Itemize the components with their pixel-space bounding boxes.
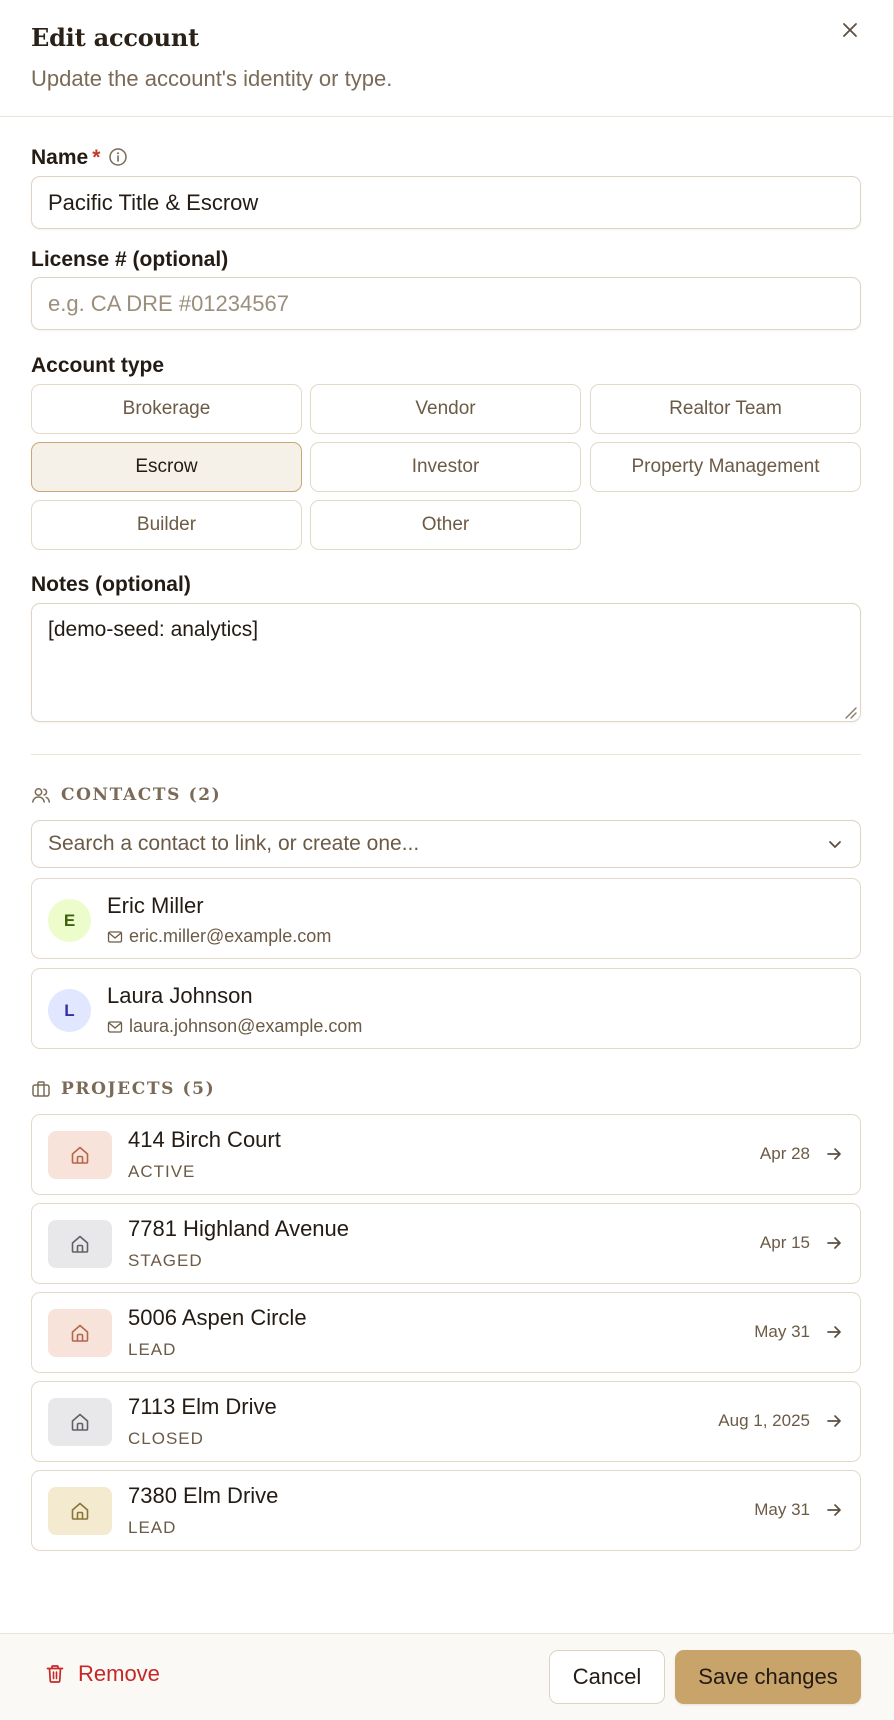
mail-icon bbox=[107, 930, 123, 943]
name-label-text: Name bbox=[31, 146, 89, 169]
account-type-brokerage[interactable]: Brokerage bbox=[31, 384, 302, 434]
contact-name: Laura Johnson bbox=[107, 983, 253, 1008]
contact-name: Eric Miller bbox=[107, 893, 204, 918]
account-type-label: Account type bbox=[31, 354, 165, 377]
project-row[interactable]: 5006 Aspen Circle LEAD May 31 bbox=[31, 1292, 861, 1373]
edit-account-panel: Edit account Update the account's identi… bbox=[0, 0, 894, 1720]
account-type-other[interactable]: Other bbox=[310, 500, 581, 550]
chevron-down-icon bbox=[829, 841, 841, 848]
notes-label: Notes (optional) bbox=[31, 573, 191, 596]
contact-email-text: laura.johnson@example.com bbox=[129, 1016, 363, 1036]
users-icon bbox=[32, 788, 51, 803]
project-name: 7781 Highland Avenue bbox=[128, 1216, 350, 1241]
project-row[interactable]: 7113 Elm Drive CLOSED Aug 1, 2025 bbox=[31, 1381, 861, 1462]
contact-search-placeholder: Search a contact to link, or create one.… bbox=[48, 832, 420, 855]
project-date: Apr 28 bbox=[759, 1144, 810, 1163]
remove-button[interactable]: Remove bbox=[44, 1661, 160, 1687]
account-type-realtor-team[interactable]: Realtor Team bbox=[590, 384, 861, 434]
project-status: CLOSED bbox=[128, 1429, 204, 1448]
panel-subtitle: Update the account's identity or type. bbox=[31, 66, 393, 91]
close-icon bbox=[843, 23, 857, 37]
license-label: License # (optional) bbox=[31, 248, 229, 271]
contacts-section-header: CONTACTS (2) bbox=[31, 783, 221, 807]
notes-textarea[interactable]: [demo-seed: analytics] bbox=[31, 603, 861, 722]
project-name: 7113 Elm Drive bbox=[128, 1394, 277, 1419]
remove-label: Remove bbox=[78, 1661, 160, 1686]
contact-email: laura.johnson@example.com bbox=[107, 1016, 362, 1037]
contact-email: eric.miller@example.com bbox=[107, 926, 331, 947]
contacts-heading: CONTACTS (2) bbox=[61, 785, 222, 805]
project-name: 7380 Elm Drive bbox=[128, 1483, 279, 1508]
project-date: May 31 bbox=[754, 1500, 810, 1519]
project-name: 5006 Aspen Circle bbox=[128, 1305, 307, 1330]
account-type-escrow[interactable]: Escrow bbox=[31, 442, 302, 492]
required-marker: * bbox=[92, 146, 101, 169]
project-date: May 31 bbox=[754, 1322, 810, 1341]
house-icon bbox=[48, 1220, 112, 1268]
cancel-button[interactable]: Cancel bbox=[549, 1650, 665, 1704]
house-icon bbox=[48, 1309, 112, 1357]
avatar: L bbox=[48, 989, 91, 1032]
contact-email-text: eric.miller@example.com bbox=[129, 926, 332, 946]
info-icon[interactable] bbox=[108, 147, 128, 167]
contact-search-combobox[interactable]: Search a contact to link, or create one.… bbox=[31, 820, 861, 868]
contact-card[interactable]: E Eric Miller eric.miller@example.com bbox=[31, 878, 861, 959]
save-changes-button[interactable]: Save changes bbox=[675, 1650, 861, 1704]
project-row[interactable]: 7380 Elm Drive LEAD May 31 bbox=[31, 1470, 861, 1551]
avatar: E bbox=[48, 899, 91, 942]
project-status: STAGED bbox=[128, 1251, 203, 1270]
name-input[interactable] bbox=[31, 176, 861, 229]
panel-header: Edit account Update the account's identi… bbox=[0, 0, 894, 117]
project-row[interactable]: 7781 Highland Avenue STAGED Apr 15 bbox=[31, 1203, 861, 1284]
account-type-vendor[interactable]: Vendor bbox=[310, 384, 581, 434]
project-date: Aug 1, 2025 bbox=[718, 1411, 810, 1430]
project-status: LEAD bbox=[128, 1340, 177, 1359]
account-type-builder[interactable]: Builder bbox=[31, 500, 302, 550]
arrow-right-icon bbox=[827, 1415, 841, 1427]
section-divider bbox=[31, 754, 861, 755]
account-type-property-management[interactable]: Property Management bbox=[590, 442, 861, 492]
close-button[interactable] bbox=[838, 18, 862, 42]
mail-icon bbox=[107, 1020, 123, 1033]
project-row[interactable]: 414 Birch Court ACTIVE Apr 28 bbox=[31, 1114, 861, 1195]
license-input[interactable] bbox=[31, 277, 861, 330]
projects-section-header: PROJECTS (5) bbox=[31, 1077, 215, 1101]
projects-heading: PROJECTS (5) bbox=[61, 1079, 216, 1099]
project-name: 414 Birch Court bbox=[128, 1127, 281, 1152]
arrow-right-icon bbox=[827, 1148, 841, 1160]
project-status: LEAD bbox=[128, 1518, 177, 1537]
arrow-right-icon bbox=[827, 1504, 841, 1516]
panel-footer: Remove Cancel Save changes bbox=[0, 1633, 894, 1720]
panel-title: Edit account bbox=[31, 23, 200, 52]
account-type-investor[interactable]: Investor bbox=[310, 442, 581, 492]
project-status: ACTIVE bbox=[128, 1162, 196, 1181]
briefcase-icon bbox=[32, 1081, 50, 1097]
trash-icon bbox=[46, 1665, 64, 1683]
arrow-right-icon bbox=[827, 1326, 841, 1338]
project-date: Apr 15 bbox=[759, 1233, 810, 1252]
house-icon bbox=[48, 1487, 112, 1535]
house-icon bbox=[48, 1398, 112, 1446]
contact-card[interactable]: L Laura Johnson laura.johnson@example.com bbox=[31, 968, 861, 1049]
name-label: Name * bbox=[31, 146, 128, 170]
arrow-right-icon bbox=[827, 1237, 841, 1249]
house-icon bbox=[48, 1131, 112, 1179]
